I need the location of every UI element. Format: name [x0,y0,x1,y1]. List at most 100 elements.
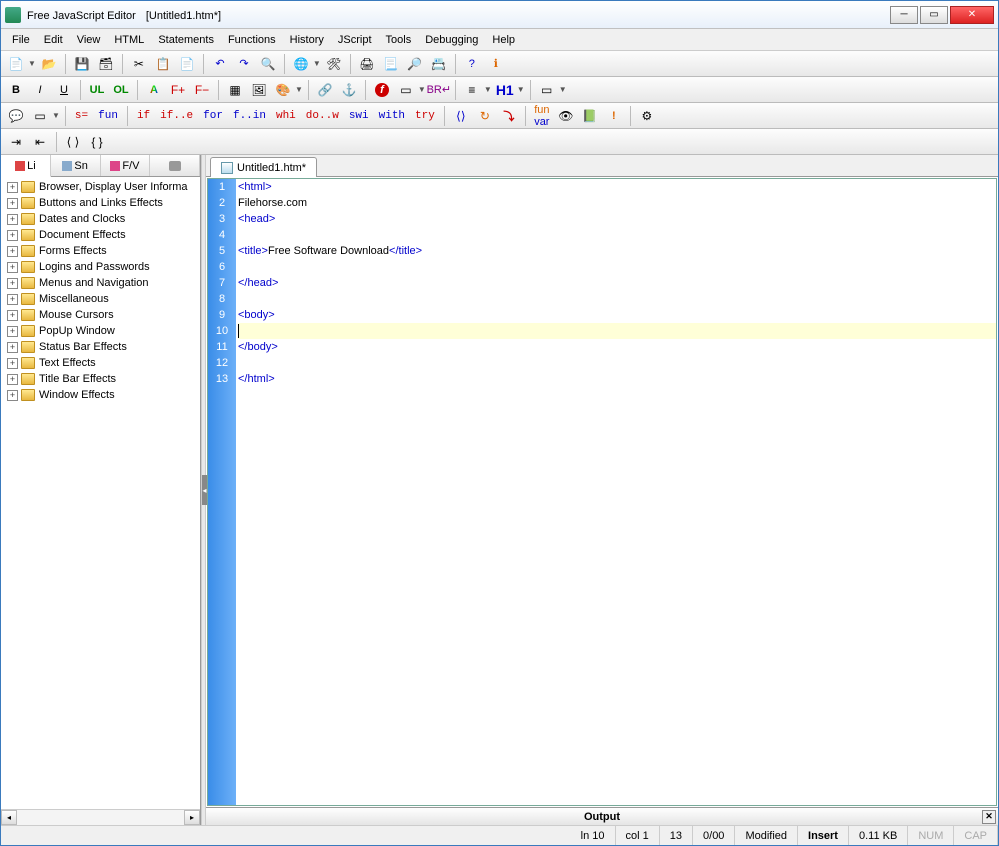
redo-button[interactable]: ↷ [233,53,255,75]
expand-icon[interactable]: + [7,214,18,225]
flash-button[interactable]: f [371,79,393,101]
expand-icon[interactable]: + [7,390,18,401]
preview-button[interactable]: 🔎 [404,53,426,75]
maximize-button[interactable]: ▭ [920,6,948,24]
undo-button[interactable]: ↶ [209,53,231,75]
new-file-button[interactable]: 📄 [5,53,27,75]
italic-button[interactable]: I [29,79,51,101]
menu-jscript[interactable]: JScript [331,32,379,48]
snippet-forin[interactable]: f..in [229,105,270,127]
cut-button[interactable]: ✂ [128,53,150,75]
sidebar-tab-library[interactable]: Li [1,155,51,177]
expand-icon[interactable]: + [7,198,18,209]
tree-item[interactable]: +Browser, Display User Informa [3,179,198,195]
editor-tab-untitled[interactable]: Untitled1.htm* [210,157,317,177]
snippet-if[interactable]: if [133,105,154,127]
warning-button[interactable]: ! [603,105,625,127]
snippet-function[interactable]: fun [94,105,122,127]
code-area[interactable]: <html>Filehorse.com<head><title>Free Sof… [236,179,996,805]
font-decrease-button[interactable]: F− [191,79,213,101]
page-button[interactable]: 📃 [380,53,402,75]
anchor-button[interactable]: ⚓ [338,79,360,101]
snippet-ifelse[interactable]: if..e [156,105,197,127]
tree-item[interactable]: +Dates and Clocks [3,211,198,227]
snippet-try[interactable]: try [411,105,439,127]
tools-button[interactable]: 🛠 [323,53,345,75]
minimize-button[interactable]: ─ [890,6,918,24]
tree-item[interactable]: +Status Bar Effects [3,339,198,355]
code-editor[interactable]: 12345678910111213 <html>Filehorse.com<he… [207,178,997,806]
expand-icon[interactable]: + [7,182,18,193]
special-button[interactable]: ▭ [536,79,558,101]
tree-item[interactable]: +Window Effects [3,387,198,403]
print2-button[interactable]: 📇 [428,53,450,75]
comment-button[interactable]: 💬 [5,105,27,127]
font-increase-button[interactable]: F+ [167,79,189,101]
info-button[interactable]: ℹ [485,53,507,75]
expand-icon[interactable]: + [7,294,18,305]
menu-tools[interactable]: Tools [379,32,419,48]
braces-button[interactable]: { } [86,131,108,153]
break-button[interactable]: BR↵ [428,79,450,101]
expand-icon[interactable]: + [7,326,18,337]
scroll-left-icon[interactable]: ◂ [1,810,17,825]
splitter-grip-icon[interactable]: ◂ [202,475,207,505]
ol-button[interactable]: OL [110,79,132,101]
table-button[interactable]: ▦ [224,79,246,101]
expand-icon[interactable]: + [7,342,18,353]
tree-item[interactable]: +PopUp Window [3,323,198,339]
font-button[interactable]: A [143,79,165,101]
help-button[interactable]: ? [461,53,483,75]
menu-file[interactable]: File [5,32,37,48]
color-button[interactable]: 🎨 [272,79,294,101]
output-panel-header[interactable]: Output ✕ [206,807,998,825]
snippet-while[interactable]: whi [272,105,300,127]
expand-icon[interactable]: + [7,278,18,289]
close-button[interactable]: ✕ [950,6,994,24]
image-button[interactable]: 🖼 [248,79,270,101]
bold-button[interactable]: B [5,79,27,101]
indent-button[interactable]: ⇥ [5,131,27,153]
splitter[interactable]: ◂ [201,155,206,825]
browser-preview-button[interactable]: 🌐 [290,53,312,75]
expand-icon[interactable]: + [7,310,18,321]
expand-icon[interactable]: + [7,358,18,369]
heading-button[interactable]: H1 [494,79,516,101]
menu-html[interactable]: HTML [107,32,151,48]
menu-help[interactable]: Help [485,32,522,48]
menu-view[interactable]: View [70,32,108,48]
menu-debugging[interactable]: Debugging [418,32,485,48]
align-button[interactable]: ≡ [461,79,483,101]
print-button[interactable]: 🖨 [356,53,378,75]
snippet-for[interactable]: for [199,105,227,127]
var-button[interactable]: funvar [531,105,553,127]
menu-history[interactable]: History [283,32,331,48]
sidebar-tab-snippets[interactable]: Sn [51,155,101,176]
snippet-assign[interactable]: s= [71,105,92,127]
expand-icon[interactable]: + [7,262,18,273]
menu-statements[interactable]: Statements [151,32,221,48]
book-button[interactable]: 📗 [579,105,601,127]
outdent-button[interactable]: ⇤ [29,131,51,153]
sidebar-tab-db[interactable] [150,155,200,176]
copy-button[interactable]: 📋 [152,53,174,75]
tree-item[interactable]: +Title Bar Effects [3,371,198,387]
expand-icon[interactable]: + [7,246,18,257]
tree-item[interactable]: +Miscellaneous [3,291,198,307]
save-all-button[interactable]: 🗃 [95,53,117,75]
menu-edit[interactable]: Edit [37,32,70,48]
save-button[interactable]: 💾 [71,53,93,75]
link-button[interactable]: 🔗 [314,79,336,101]
debug-for-button[interactable]: ↻ [474,105,496,127]
tree-item[interactable]: +Forms Effects [3,243,198,259]
paste-button[interactable]: 📄 [176,53,198,75]
open-file-button[interactable]: 📂 [38,53,60,75]
tree-item[interactable]: +Text Effects [3,355,198,371]
find-button[interactable]: 🔍 [257,53,279,75]
brackets-button[interactable]: ⟨ ⟩ [62,131,84,153]
settings-button[interactable]: ⚙ [636,105,658,127]
tree-item[interactable]: +Logins and Passwords [3,259,198,275]
ul-button[interactable]: UL [86,79,108,101]
snippet-with[interactable]: with [375,105,409,127]
block-button[interactable]: ▭ [29,105,51,127]
